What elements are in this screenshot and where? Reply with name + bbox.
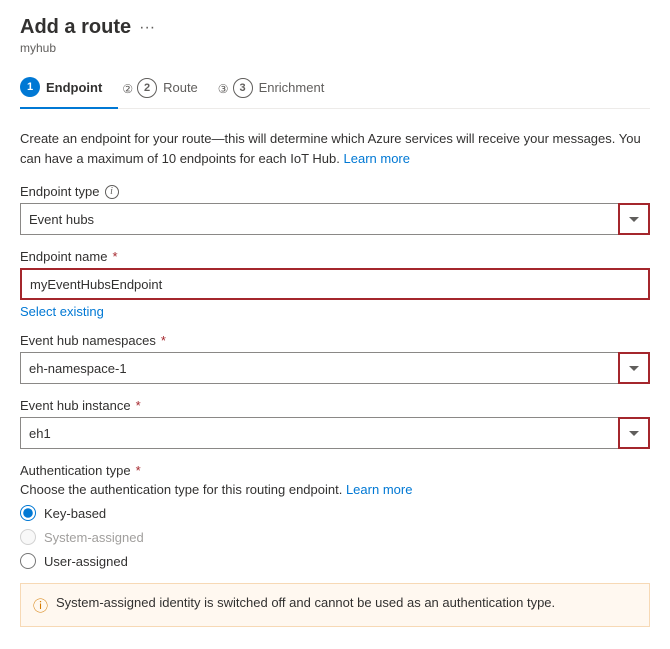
page-header: Add a route ··· myhub 1 Endpoint ② 2 Rou… [0, 0, 670, 109]
alert-box: ⓘ System-assigned identity is switched o… [20, 583, 650, 627]
step-3-label: Enrichment [259, 80, 325, 95]
radio-user-assigned[interactable]: User-assigned [20, 553, 650, 569]
radio-system-assigned: System-assigned [20, 529, 650, 545]
endpoint-type-info-icon[interactable]: i [105, 185, 119, 199]
endpoint-type-value: Event hubs [20, 203, 618, 235]
namespace-value: eh-namespace-1 [20, 352, 618, 384]
instance-value: eh1 [20, 417, 618, 449]
step-1-label: Endpoint [46, 80, 102, 95]
endpoint-type-dropdown: Event hubs [20, 203, 650, 235]
instance-dropdown-btn[interactable] [618, 417, 650, 449]
step-1-endpoint[interactable]: 1 Endpoint [20, 69, 118, 109]
step-3-enrichment[interactable]: 3 Enrichment [233, 70, 341, 108]
radio-system-assigned-label: System-assigned [44, 530, 144, 545]
namespace-label: Event hub namespaces * [20, 333, 650, 348]
instance-label: Event hub instance * [20, 398, 650, 413]
radio-group: Key-based System-assigned User-assigned [20, 505, 650, 569]
alert-icon: ⓘ [33, 595, 48, 616]
chevron-down-icon [629, 217, 639, 222]
radio-key-based-label: Key-based [44, 506, 106, 521]
namespace-dropdown: eh-namespace-1 [20, 352, 650, 384]
steps-nav: 1 Endpoint ② 2 Route ③ 3 Enrichment [20, 69, 650, 109]
endpoint-type-dropdown-btn[interactable] [618, 203, 650, 235]
auth-type-label: Authentication type * [20, 463, 650, 478]
step-2-circle: 2 [137, 78, 157, 98]
step-separator-1: ② [122, 82, 133, 96]
form-area: Create an endpoint for your route—this w… [0, 109, 670, 647]
step-2-label: Route [163, 80, 198, 95]
select-existing-link[interactable]: Select existing [20, 304, 104, 319]
more-options-icon[interactable]: ··· [139, 19, 155, 37]
radio-system-assigned-input [20, 529, 36, 545]
endpoint-name-input[interactable] [20, 268, 650, 300]
instance-required: * [136, 398, 141, 413]
learn-more-link-1[interactable]: Learn more [344, 151, 410, 166]
radio-key-based[interactable]: Key-based [20, 505, 650, 521]
auth-type-required: * [136, 463, 141, 478]
alert-text: System-assigned identity is switched off… [56, 594, 555, 612]
step-1-circle: 1 [20, 77, 40, 97]
step-separator-2: ③ [218, 82, 229, 96]
page-subtitle: myhub [20, 41, 650, 55]
endpoint-type-label: Endpoint type i [20, 184, 650, 199]
description-text: Create an endpoint for your route—this w… [20, 129, 650, 168]
namespace-group: Event hub namespaces * eh-namespace-1 [20, 333, 650, 384]
chevron-down-icon-3 [629, 431, 639, 436]
radio-user-assigned-label: User-assigned [44, 554, 128, 569]
namespace-required: * [161, 333, 166, 348]
radio-key-based-input[interactable] [20, 505, 36, 521]
instance-group: Event hub instance * eh1 [20, 398, 650, 449]
learn-more-link-2[interactable]: Learn more [346, 482, 412, 497]
endpoint-name-label: Endpoint name * [20, 249, 650, 264]
endpoint-type-group: Endpoint type i Event hubs [20, 184, 650, 235]
step-3-circle: 3 [233, 78, 253, 98]
endpoint-name-group: Endpoint name * Select existing [20, 249, 650, 319]
radio-user-assigned-input[interactable] [20, 553, 36, 569]
step-2-route[interactable]: 2 Route [137, 70, 214, 108]
instance-dropdown: eh1 [20, 417, 650, 449]
endpoint-name-required: * [112, 249, 117, 264]
chevron-down-icon-2 [629, 366, 639, 371]
auth-description: Choose the authentication type for this … [20, 482, 650, 497]
page-title: Add a route [20, 16, 131, 39]
auth-type-group: Authentication type * Choose the authent… [20, 463, 650, 569]
namespace-dropdown-btn[interactable] [618, 352, 650, 384]
